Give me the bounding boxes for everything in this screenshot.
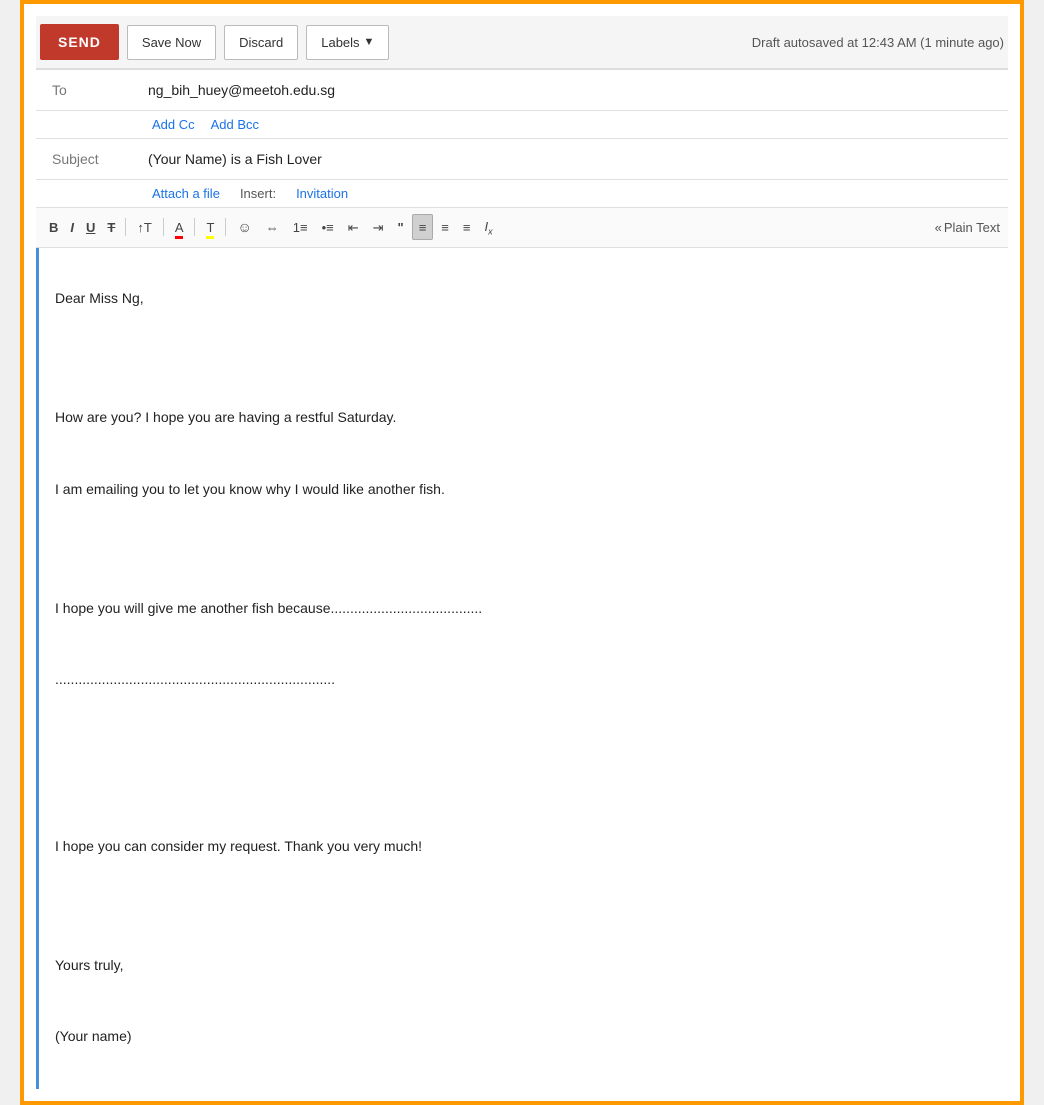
format-toolbar: B I U T ↑T A T ☺ ⇔ 1≡ •: [36, 208, 1008, 248]
to-input[interactable]: [144, 70, 1000, 110]
toolbar: SEND Save Now Discard Labels ▼ Draft aut…: [36, 16, 1008, 69]
underline-button[interactable]: U: [81, 216, 100, 239]
attach-row: Attach a file Insert: Invitation: [36, 180, 1008, 208]
cc-bcc-row: Add Cc Add Bcc: [36, 111, 1008, 139]
blockquote-button[interactable]: ": [392, 215, 410, 239]
subject-row: Subject: [36, 139, 1008, 180]
compose-area: To Add Cc Add Bcc Subject Attach a file …: [36, 69, 1008, 1089]
to-label: To: [44, 70, 144, 110]
emoji-button[interactable]: ☺: [231, 215, 257, 239]
body-line-6: I hope you will give me another fish bec…: [55, 600, 482, 616]
indent-less-button[interactable]: ⇤: [342, 215, 365, 240]
body-line-1: Dear Miss Ng,: [55, 290, 144, 306]
body-line-3: How are you? I hope you are having a res…: [55, 409, 396, 425]
remove-format-button[interactable]: Ix: [478, 214, 498, 241]
body-line-7: ........................................…: [55, 671, 335, 687]
body-line-10: I hope you can consider my request. Than…: [55, 838, 422, 854]
discard-button[interactable]: Discard: [224, 25, 298, 60]
body-line-4: I am emailing you to let you know why I …: [55, 481, 445, 497]
chevron-down-icon: ▼: [364, 36, 375, 48]
strikethrough-button[interactable]: T: [102, 216, 120, 239]
draft-status: Draft autosaved at 12:43 AM (1 minute ag…: [752, 35, 1004, 50]
plain-text-arrow: «: [935, 220, 942, 235]
email-body[interactable]: Dear Miss Ng, How are you? I hope you ar…: [36, 248, 1008, 1089]
labels-button[interactable]: Labels ▼: [306, 25, 389, 60]
to-row: To: [36, 70, 1008, 111]
add-cc-link[interactable]: Add Cc: [152, 117, 195, 132]
align-right-button[interactable]: ≡: [457, 215, 477, 239]
plain-text-label: Plain Text: [944, 220, 1000, 235]
insert-label: Insert:: [240, 186, 276, 201]
add-bcc-link[interactable]: Add Bcc: [211, 117, 259, 132]
separator: [225, 218, 226, 236]
attach-file-link[interactable]: Attach a file: [152, 186, 220, 201]
indent-more-button[interactable]: ⇥: [367, 215, 390, 240]
italic-button[interactable]: I: [65, 216, 79, 239]
link-button[interactable]: ⇔: [260, 215, 285, 239]
font-size-button[interactable]: ↑T: [131, 215, 157, 239]
save-now-button[interactable]: Save Now: [127, 25, 216, 60]
email-compose-window: SEND Save Now Discard Labels ▼ Draft aut…: [20, 0, 1024, 1105]
send-button[interactable]: SEND: [40, 24, 119, 60]
align-left-button[interactable]: ≡: [412, 214, 434, 240]
body-line-13: (Your name): [55, 1028, 132, 1044]
bold-button[interactable]: B: [44, 216, 63, 239]
separator: [194, 218, 195, 236]
subject-input[interactable]: [144, 139, 1000, 179]
invitation-link[interactable]: Invitation: [296, 186, 348, 201]
separator: [125, 218, 126, 236]
unordered-list-button[interactable]: •≡: [316, 215, 340, 239]
ordered-list-button[interactable]: 1≡: [287, 215, 314, 239]
font-color-button[interactable]: A: [169, 215, 190, 239]
plain-text-link[interactable]: « Plain Text: [935, 220, 1000, 235]
subject-label: Subject: [44, 139, 144, 179]
separator: [163, 218, 164, 236]
body-line-12: Yours truly,: [55, 957, 123, 973]
text-bg-button[interactable]: T: [200, 215, 220, 239]
align-center-button[interactable]: ≡: [435, 215, 455, 239]
